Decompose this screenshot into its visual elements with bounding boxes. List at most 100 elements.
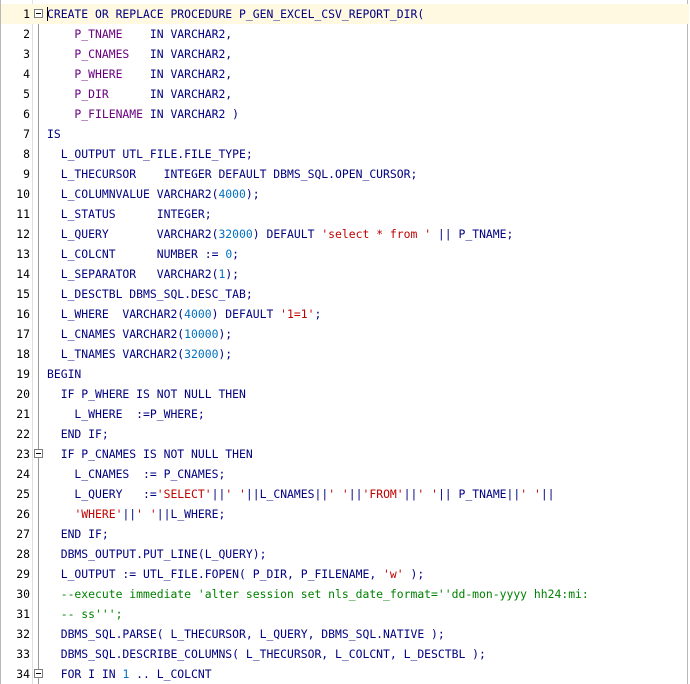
code-text: L_CNAMES := P_CNAMES; [47,464,225,484]
code-token: 'FROM' [362,487,404,501]
line-number: 30 [16,587,30,601]
code-line[interactable]: 1 CREATE OR REPLACE PROCEDURE P_GEN_EXCEL… [1,4,689,24]
code-line[interactable]: 3 P_CNAMES IN VARCHAR2, [1,44,689,64]
code-text: L_QUERY :='SELECT'||' '||L_CNAMES||' '||… [47,484,554,504]
code-line[interactable]: 14 L_SEPARATOR VARCHAR2(1); [1,264,689,284]
code-text: L_COLUMNVALUE VARCHAR2(4000); [47,184,260,204]
code-token: '1=1' [280,307,315,321]
code-line[interactable]: 33 DBMS_SQL.DESCRIBE_COLUMNS( L_THECURSO… [1,644,689,664]
code-token: ); [225,267,240,281]
code-token: ' ' [520,487,541,501]
code-line[interactable]: 30 --execute immediate 'alter session se… [1,584,689,604]
code-line[interactable]: 6 P_FILENAME IN VARCHAR2 ) [1,104,689,124]
code-token: L_QUERY := [47,487,157,501]
code-text: L_DESCTBL DBMS_SQL.DESC_TAB; [47,284,253,304]
code-token: IN VARCHAR2, [149,67,233,81]
line-number: 2 [23,27,30,41]
code-token: ||L_CNAMES|| [245,487,329,501]
line-number: 19 [16,367,30,381]
code-token: L_DESCTBL DBMS_SQL.DESC_TAB; [47,287,253,301]
code-token: ) [232,107,240,121]
code-token: ' ' [136,507,157,521]
code-text: DBMS_SQL.PARSE( L_THECURSOR, L_QUERY, DB… [47,624,445,644]
code-line[interactable]: 16 L_WHERE VARCHAR2(4000) DEFAULT '1=1'; [1,304,689,324]
code-line[interactable]: 29 L_OUTPUT := UTL_FILE.FOPEN( P_DIR, P_… [1,564,689,584]
code-token: ' ' [225,487,246,501]
code-line[interactable]: 25 L_QUERY :='SELECT'||' '||L_CNAMES||' … [1,484,689,504]
fold-toggle-icon[interactable] [34,669,43,678]
code-line[interactable]: 26 'WHERE'||' '||L_WHERE; [1,504,689,524]
code-token: IF P_WHERE IS NOT NULL THEN [47,387,246,401]
line-number: 22 [16,427,30,441]
code-token: --execute immediate 'alter session set n… [47,587,589,601]
line-number: 16 [16,307,30,321]
code-text: L_TNAMES VARCHAR2(32000); [47,344,232,364]
code-token: || [211,487,226,501]
code-line[interactable]: 12 L_QUERY VARCHAR2(32000) DEFAULT 'sele… [1,224,689,244]
code-token: ); [218,327,233,341]
line-number: 21 [16,407,30,421]
code-line[interactable]: 10 L_COLUMNVALUE VARCHAR2(4000); [1,184,689,204]
code-token: 4000 [184,307,212,321]
code-line[interactable]: 34 FOR I IN 1 .. L_COLCNT [1,664,689,684]
code-token: 32000 [184,347,219,361]
code-line[interactable]: 20 IF P_WHERE IS NOT NULL THEN [1,384,689,404]
code-text: IF P_WHERE IS NOT NULL THEN [47,384,246,404]
code-line[interactable]: 31 -- ss'''; [1,604,689,624]
code-line[interactable]: 17 L_CNAMES VARCHAR2(10000); [1,324,689,344]
code-token: 'WHERE' [74,507,123,521]
code-editor[interactable]: 1 CREATE OR REPLACE PROCEDURE P_GEN_EXCEL… [0,0,689,684]
code-token: IF P_CNAMES IS NOT NULL THEN [47,447,253,461]
line-number: 3 [23,47,30,61]
code-token: L_THECURSOR INTEGER DEFAULT DBMS_SQL.OPE… [47,167,418,181]
code-text: L_SEPARATOR VARCHAR2(1); [47,264,239,284]
code-token: IS [47,127,61,141]
code-line[interactable]: 5 P_DIR IN VARCHAR2, [1,84,689,104]
code-line[interactable]: 32 DBMS_SQL.PARSE( L_THECURSOR, L_QUERY,… [1,624,689,644]
line-number: 13 [16,247,30,261]
code-line[interactable]: 18 L_TNAMES VARCHAR2(32000); [1,344,689,364]
code-line[interactable]: 8 L_OUTPUT UTL_FILE.FILE_TYPE; [1,144,689,164]
code-token: ; [314,307,322,321]
fold-toggle-icon[interactable] [34,9,43,18]
code-line[interactable]: 27 END IF; [1,524,689,544]
code-token: || [403,487,418,501]
code-token: L_COLCNT NUMBER := [47,247,226,261]
code-token: END IF; [47,427,109,441]
code-token: L_QUERY VARCHAR2( [47,227,219,241]
code-token: FOR I IN [47,667,123,681]
code-line[interactable]: 13 L_COLCNT NUMBER := 0; [1,244,689,264]
code-line[interactable]: 24 L_CNAMES := P_CNAMES; [1,464,689,484]
line-number: 15 [16,287,30,301]
code-token: ' ' [328,487,349,501]
line-number: 18 [16,347,30,361]
code-line[interactable]: 7 IS [1,124,689,144]
code-text: L_QUERY VARCHAR2(32000) DEFAULT 'select … [47,224,514,244]
fold-toggle-icon[interactable] [34,449,43,458]
code-token: BEGIN [47,367,82,381]
code-line[interactable]: 2 P_TNAME IN VARCHAR2, [1,24,689,44]
code-token: ||L_WHERE; [156,507,226,521]
line-number: 7 [23,127,30,141]
line-number: 4 [23,67,30,81]
code-line[interactable]: 15 L_DESCTBL DBMS_SQL.DESC_TAB; [1,284,689,304]
code-token: P_TNAME [47,27,150,41]
code-line[interactable]: 19 BEGIN [1,364,689,384]
code-token: || P_TNAME; [431,227,514,241]
code-text: --execute immediate 'alter session set n… [47,584,589,604]
line-number: 28 [16,547,30,561]
code-line[interactable]: 22 END IF; [1,424,689,444]
code-line[interactable]: 11 L_STATUS INTEGER; [1,204,689,224]
code-text: P_FILENAME IN VARCHAR2 ) [47,104,239,124]
code-token: 10000 [184,327,219,341]
line-number: 5 [23,87,30,101]
code-line[interactable]: 28 DBMS_OUTPUT.PUT_LINE(L_QUERY); [1,544,689,564]
code-token: ; [232,247,240,261]
code-token: || [348,487,363,501]
code-token: L_STATUS INTEGER; [47,207,212,221]
line-number: 25 [16,487,30,501]
code-line[interactable]: 9 L_THECURSOR INTEGER DEFAULT DBMS_SQL.O… [1,164,689,184]
code-line[interactable]: 21 L_WHERE :=P_WHERE; [1,404,689,424]
code-line[interactable]: 23 IF P_CNAMES IS NOT NULL THEN [1,444,689,464]
code-line[interactable]: 4 P_WHERE IN VARCHAR2, [1,64,689,84]
